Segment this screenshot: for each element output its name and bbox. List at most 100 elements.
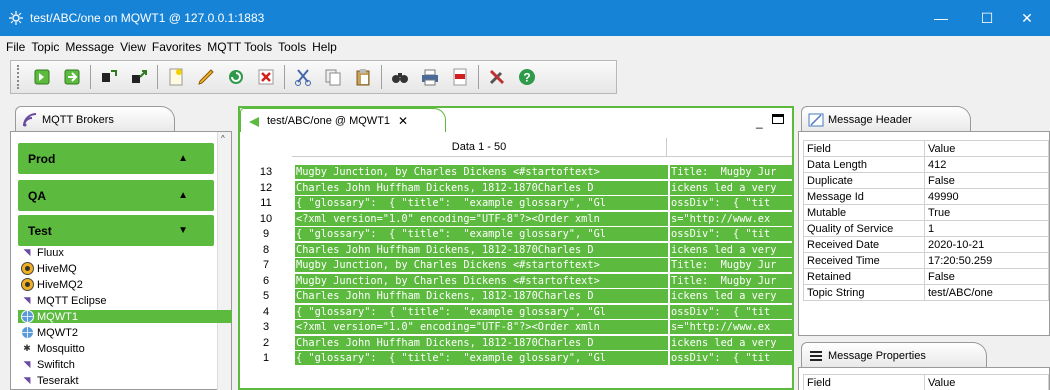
broker-item-selected[interactable]: MQWT1 bbox=[18, 310, 232, 323]
minimize-button[interactable]: — bbox=[918, 0, 964, 36]
menu-mqtt-tools[interactable]: MQTT Tools bbox=[207, 40, 272, 54]
tab-label: MQTT Brokers bbox=[42, 113, 114, 126]
menu-bar: File Topic Message View Favorites MQTT T… bbox=[0, 36, 1050, 58]
unsubscribe-icon[interactable] bbox=[127, 65, 151, 89]
menu-tools[interactable]: Tools bbox=[278, 40, 306, 54]
toolbar-grip[interactable] bbox=[17, 65, 21, 89]
broker-item[interactable]: ◥ Fluux bbox=[18, 246, 232, 259]
table-row[interactable]: Received Date 2020-10-21 bbox=[803, 236, 1049, 253]
table-row[interactable]: <?xml version="1.0" encoding="UTF-8"?><O… bbox=[295, 212, 792, 226]
find-icon[interactable] bbox=[388, 65, 412, 89]
column-divider bbox=[668, 336, 670, 350]
edit-icon[interactable] bbox=[194, 65, 218, 89]
table-row[interactable]: Charles John Huffham Dickens, 1812-1870C… bbox=[295, 243, 792, 257]
broker-label: Swifitch bbox=[37, 358, 75, 371]
table-row[interactable]: Topic String test/ABC/one bbox=[803, 284, 1049, 301]
hivemq-icon bbox=[20, 278, 34, 291]
broker-item[interactable]: ◥ MQTT Eclipse bbox=[18, 294, 232, 307]
table-row[interactable]: Quality of Service 1 bbox=[803, 220, 1049, 237]
column-divider bbox=[668, 305, 670, 319]
delete-icon[interactable] bbox=[254, 65, 278, 89]
close-button[interactable]: ✕ bbox=[1004, 0, 1050, 36]
table-row[interactable]: Charles John Huffham Dickens, 1812-1870C… bbox=[295, 181, 792, 195]
new-message-icon[interactable] bbox=[164, 65, 188, 89]
table-row[interactable]: Message Id 49990 bbox=[803, 188, 1049, 205]
minimize-panel-button[interactable]: _ bbox=[756, 115, 763, 129]
menu-help[interactable]: Help bbox=[312, 40, 337, 54]
table-row[interactable]: Mutable True bbox=[803, 204, 1049, 221]
table-row[interactable]: { "glossary": { "title": "example glossa… bbox=[295, 305, 792, 319]
broker-item[interactable]: MQWT2 bbox=[18, 326, 232, 339]
copy-icon[interactable] bbox=[321, 65, 345, 89]
broker-item[interactable]: ◥ Swifitch bbox=[18, 358, 232, 371]
table-row[interactable]: Duplicate False bbox=[803, 172, 1049, 189]
topic-icon bbox=[249, 117, 259, 127]
column-header-data[interactable]: Data 1 - 50 bbox=[292, 141, 666, 153]
tab-mqtt-brokers[interactable]: MQTT Brokers bbox=[15, 106, 175, 132]
disconnect-icon[interactable] bbox=[60, 65, 84, 89]
tab-label: test/ABC/one @ MQWT1 bbox=[267, 114, 391, 127]
table-row[interactable]: Charles John Huffham Dickens, 1812-1870C… bbox=[295, 289, 792, 303]
broker-item[interactable]: HiveMQ2 bbox=[18, 278, 232, 291]
table-row[interactable]: { "glossary": { "title": "example glossa… bbox=[295, 351, 792, 365]
menu-favorites[interactable]: Favorites bbox=[152, 40, 201, 54]
broker-group-test[interactable]: Test ▼ bbox=[18, 215, 214, 246]
table-row[interactable]: Received Time 17:20:50.259 bbox=[803, 252, 1049, 269]
data-cell: Title: Mugby Jur bbox=[671, 275, 777, 287]
tab-message-properties[interactable]: Message Properties bbox=[801, 342, 987, 368]
field-cell: Retained bbox=[803, 268, 925, 285]
pdf-icon[interactable] bbox=[448, 65, 472, 89]
grid-header: Data 1 - 50 bbox=[292, 138, 792, 157]
cut-icon[interactable] bbox=[291, 65, 315, 89]
row-number: 5 bbox=[262, 290, 270, 302]
column-divider bbox=[668, 258, 670, 272]
table-row[interactable]: <?xml version="1.0" encoding="UTF-8"?><O… bbox=[295, 320, 792, 334]
data-cell: { "glossary": { "title": "example glossa… bbox=[296, 306, 613, 318]
data-cell: <?xml version="1.0" encoding="UTF-8"?><O… bbox=[296, 213, 606, 225]
menu-message[interactable]: Message bbox=[65, 40, 114, 54]
table-row[interactable]: Mugby Junction, by Charles Dickens <#sta… bbox=[295, 274, 792, 288]
column-divider bbox=[668, 165, 670, 179]
table-row[interactable]: Data Length 412 bbox=[803, 156, 1049, 173]
data-cell: s="http://www.ex bbox=[671, 213, 771, 225]
tab-topic[interactable]: test/ABC/one @ MQWT1 ✕ bbox=[240, 108, 446, 132]
broker-icon: ◥ bbox=[23, 375, 31, 385]
close-tab-icon[interactable]: ✕ bbox=[398, 114, 408, 128]
menu-file[interactable]: File bbox=[6, 40, 25, 54]
print-icon[interactable] bbox=[418, 65, 442, 89]
data-cell: ickens led a very bbox=[671, 290, 777, 302]
table-row[interactable]: Retained False bbox=[803, 268, 1049, 285]
subscribe-icon[interactable] bbox=[97, 65, 121, 89]
column-divider bbox=[668, 181, 670, 195]
table-row[interactable]: { "glossary": { "title": "example glossa… bbox=[295, 227, 792, 241]
table-row[interactable]: Mugby Junction, by Charles Dickens <#sta… bbox=[295, 258, 792, 272]
broker-item[interactable]: ◥ Teserakt bbox=[18, 374, 232, 387]
maximize-panel-button[interactable] bbox=[772, 114, 784, 124]
table-row[interactable]: Mugby Junction, by Charles Dickens <#sta… bbox=[295, 165, 792, 179]
broker-item[interactable]: ✱ Mosquitto bbox=[18, 342, 232, 355]
refresh-icon[interactable] bbox=[224, 65, 248, 89]
data-cell: Mugby Junction, by Charles Dickens <#sta… bbox=[296, 275, 606, 287]
preferences-icon[interactable] bbox=[485, 65, 509, 89]
column-divider bbox=[668, 351, 670, 365]
menu-topic[interactable]: Topic bbox=[31, 40, 59, 54]
message-header-panel: Field Value Data Length 412 Duplicate False… bbox=[798, 131, 1050, 336]
data-cell: <?xml version="1.0" encoding="UTF-8"?><O… bbox=[296, 321, 606, 333]
row-number: 8 bbox=[262, 244, 270, 256]
broker-group-qa[interactable]: QA ▲ bbox=[18, 180, 214, 211]
connect-icon[interactable] bbox=[30, 65, 54, 89]
table-row[interactable]: Charles John Huffham Dickens, 1812-1870C… bbox=[295, 336, 792, 350]
globe-icon bbox=[20, 310, 34, 323]
column-divider bbox=[666, 138, 667, 157]
help-icon[interactable]: ? bbox=[515, 65, 539, 89]
broker-item[interactable]: HiveMQ bbox=[18, 262, 232, 275]
broker-group-prod[interactable]: Prod ▲ bbox=[18, 143, 214, 174]
paste-icon[interactable] bbox=[351, 65, 375, 89]
data-cell: { "glossary": { "title": "example glossa… bbox=[296, 197, 613, 209]
tab-message-header[interactable]: Message Header bbox=[801, 106, 971, 132]
table-row[interactable]: { "glossary": { "title": "example glossa… bbox=[295, 196, 792, 210]
broker-icon: ◥ bbox=[23, 295, 31, 305]
menu-view[interactable]: View bbox=[120, 40, 146, 54]
hivemq-icon bbox=[20, 262, 34, 275]
value-cell: False bbox=[924, 172, 1049, 189]
